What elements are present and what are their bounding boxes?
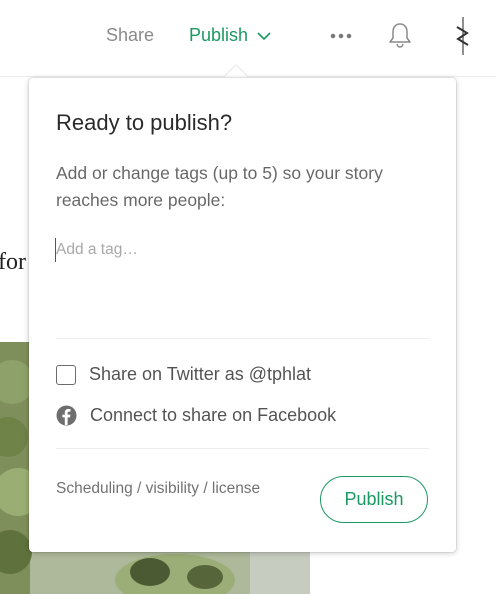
connect-facebook-option[interactable]: Connect to share on Facebook xyxy=(56,405,336,426)
divider xyxy=(56,448,429,449)
share-twitter-option[interactable]: Share on Twitter as @tphlat xyxy=(56,364,311,385)
twitter-checkbox[interactable] xyxy=(56,364,76,385)
dialog-description: Add or change tags (up to 5) so your sto… xyxy=(56,163,383,210)
publish-menu-button[interactable]: Publish xyxy=(189,25,271,46)
article-text-fragment: for xyxy=(0,249,26,275)
twitter-option-label: Share on Twitter as @tphlat xyxy=(89,364,312,384)
divider xyxy=(56,338,429,339)
dialog-title: Ready to publish? xyxy=(56,110,233,135)
share-button[interactable]: Share xyxy=(106,25,154,46)
facebook-option-label: Connect to share on Facebook xyxy=(90,405,337,425)
more-options-icon[interactable] xyxy=(329,26,353,46)
scheduling-visibility-license-link[interactable]: Scheduling / visibility / license xyxy=(56,480,260,498)
top-navigation-bar: Share Publish xyxy=(0,0,496,77)
chevron-down-icon xyxy=(257,31,271,40)
facebook-icon xyxy=(56,405,77,426)
publish-button[interactable]: Publish xyxy=(320,476,428,523)
notifications-bell-icon[interactable] xyxy=(387,21,413,49)
publish-menu-label: Publish xyxy=(189,25,249,45)
tag-input[interactable] xyxy=(55,238,426,262)
publish-dialog: Ready to publish? Add or change tags (up… xyxy=(29,78,456,552)
user-avatar[interactable] xyxy=(451,15,475,57)
